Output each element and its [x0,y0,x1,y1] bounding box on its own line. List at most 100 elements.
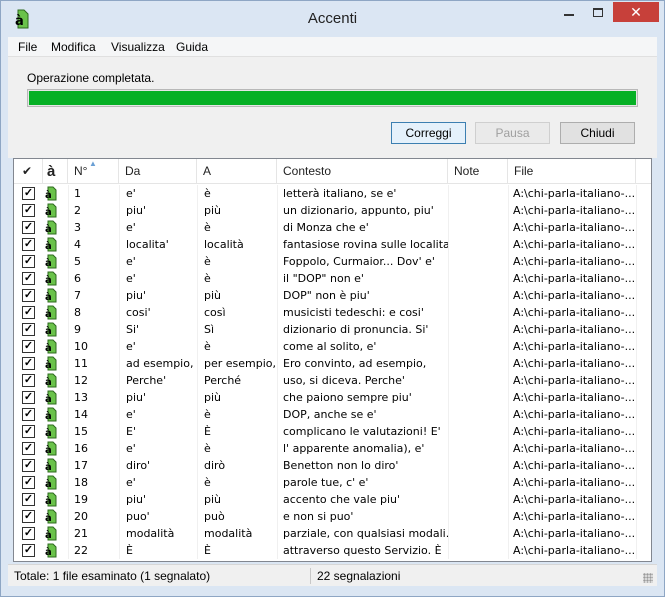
table-row[interactable]: ✓ à 20 puo' può e non si puo' A:\chi-parla-ita… [14,508,651,525]
row-checkbox[interactable]: ✓ [22,510,35,523]
row-checkbox[interactable]: ✓ [22,204,35,217]
table-row[interactable]: ✓ à 7 piu' più DOP" non è piu' A:\chi-parla-it… [14,287,651,304]
svg-text:à: à [45,189,52,201]
fix-button[interactable]: Correggi [391,122,466,144]
table-row[interactable]: ✓ à 14 e' è DOP, anche se e' A:\chi-parla-ital… [14,406,651,423]
cell-da: piu' [126,493,147,506]
row-checkbox[interactable]: ✓ [22,323,35,336]
table-row[interactable]: ✓ à 19 piu' più accento che vale piu' A:\chi-p… [14,491,651,508]
grid-line [636,321,637,338]
results-list[interactable]: ✔ à N° ▲ Da A Contesto Note File ✓ à 1 e' è l… [13,158,652,562]
grid-line [636,372,637,389]
status-count: 22 segnalazioni [317,569,401,583]
grid-line [636,355,637,372]
row-checkbox[interactable]: ✓ [22,374,35,387]
cell-da: e' [126,408,136,421]
cell-num: 8 [74,306,81,319]
table-row[interactable]: ✓ à 22 È Èattraverso questo Servizio. È A:\ch… [14,542,651,559]
row-checkbox[interactable]: ✓ [22,272,35,285]
grid-line [448,542,449,559]
close-button[interactable]: Chiudi [560,122,635,144]
row-checkbox[interactable]: ✓ [22,493,35,506]
menu-visualizza[interactable]: Visualizza [111,40,165,54]
row-checkbox[interactable]: ✓ [22,459,35,472]
row-checkbox[interactable]: ✓ [22,527,35,540]
cell-file: A:\chi-parla-italiano-... [513,340,636,353]
grid-line [448,508,449,525]
maximize-button[interactable] [584,2,612,22]
grid-line [68,389,69,406]
row-checkbox[interactable]: ✓ [22,357,35,370]
col-header-contesto[interactable]: Contesto [277,159,448,184]
minimize-button[interactable] [555,2,583,22]
table-row[interactable]: ✓ à 3 e' è di Monza che e' A:\chi-parla-italia… [14,219,651,236]
table-row[interactable]: ✓ à 13 piu' più che paiono sempre piu' A:\chi-… [14,389,651,406]
cell-contesto: di Monza che e' [283,221,369,234]
table-row[interactable]: ✓ à 18 e' è parole tue, c' e' A:\chi-parla-ita… [14,474,651,491]
grid-line [119,491,120,508]
resize-grip-icon[interactable] [643,573,653,583]
row-checkbox[interactable]: ✓ [22,187,35,200]
row-checkbox[interactable]: ✓ [22,391,35,404]
table-row[interactable]: ✓ à 11 ad esempio, per esempio, Ero convinto,… [14,355,651,372]
col-header-icon[interactable]: à [43,159,68,184]
row-checkbox[interactable]: ✓ [22,306,35,319]
svg-text:à: à [45,376,52,388]
table-row[interactable]: ✓ à 15 E' Ècomplicano le valutazioni! E' A:\c… [14,423,651,440]
table-row[interactable]: ✓ à 4 localita' località fantasiose rovina su… [14,236,651,253]
table-row[interactable]: ✓ à 10 e' è come al solito, e' A:\chi-parla-it… [14,338,651,355]
row-checkbox[interactable]: ✓ [22,544,35,557]
grid-line [508,304,509,321]
table-row[interactable]: ✓ à 6 e' è il "DOP" non e' A:\chi-parla-italia… [14,270,651,287]
table-row[interactable]: ✓ à 9 Si' Sì dizionario di pronuncia. Si' A:\c… [14,321,651,338]
menu-modifica[interactable]: Modifica [51,40,96,54]
row-checkbox[interactable]: ✓ [22,255,35,268]
table-row[interactable]: ✓ à 16 e' è l' apparente anomalia), e' A:\chi-… [14,440,651,457]
menu-file[interactable]: File [18,40,37,54]
col-header-a[interactable]: A [197,159,277,184]
cell-note [454,372,508,389]
table-row[interactable]: ✓ à 17 diro' dirò Benetton non lo diro' A:\chi… [14,457,651,474]
row-checkbox[interactable]: ✓ [22,442,35,455]
svg-text:à: à [45,325,52,337]
row-checkbox[interactable]: ✓ [22,221,35,234]
cell-file: A:\chi-parla-italiano-... [513,493,636,506]
row-checkbox[interactable]: ✓ [22,289,35,302]
pause-button[interactable]: Pausa [475,122,550,144]
a-grave-doc-icon: à [45,424,57,439]
svg-text:à: à [45,257,52,269]
cell-note [454,440,508,457]
table-row[interactable]: ✓ à 8 cosi' così musicisti tedeschi: e cosi' A… [14,304,651,321]
row-checkbox[interactable]: ✓ [22,408,35,421]
grid-line [119,219,120,236]
table-row[interactable]: ✓ à 1 e' è letterà italiano, se e' A:\chi-parl… [14,185,651,202]
cell-note [454,219,508,236]
title-bar[interactable]: à Accenti ✕ [1,1,664,37]
col-header-file[interactable]: File [508,159,636,184]
close-window-button[interactable]: ✕ [613,2,659,22]
table-row[interactable]: ✓ à 5 e' è Foppolo, Curmaior... Dov' e' A:\chi… [14,253,651,270]
cell-da: E' [126,425,136,438]
a-grave-doc-icon: à [45,509,57,524]
grid-line [508,236,509,253]
cell-num: 1 [74,187,81,200]
menu-guida[interactable]: Guida [176,40,208,54]
row-checkbox[interactable]: ✓ [22,476,35,489]
svg-text:à: à [45,206,52,218]
grid-line [68,423,69,440]
table-row[interactable]: ✓ à 21 modalità modalità parziale, con qualsi… [14,525,651,542]
table-row[interactable]: ✓ à 2 piu' più un dizionario, appunto, piu' A:… [14,202,651,219]
grid-line [68,338,69,355]
row-checkbox[interactable]: ✓ [22,425,35,438]
col-header-note[interactable]: Note [448,159,508,184]
cell-a: più [204,204,222,217]
cell-a: può [204,510,225,523]
grid-line [508,338,509,355]
col-header-da[interactable]: Da [119,159,197,184]
status-bar: Totale: 1 file esaminato (1 segnalato) 2… [8,564,657,586]
table-row[interactable]: ✓ à 12 Perche' Perché uso, si diceva. Perche'… [14,372,651,389]
row-checkbox[interactable]: ✓ [22,340,35,353]
row-checkbox[interactable]: ✓ [22,238,35,251]
col-header-check[interactable]: ✔ [14,159,43,184]
a-grave-doc-icon: à [45,237,57,252]
